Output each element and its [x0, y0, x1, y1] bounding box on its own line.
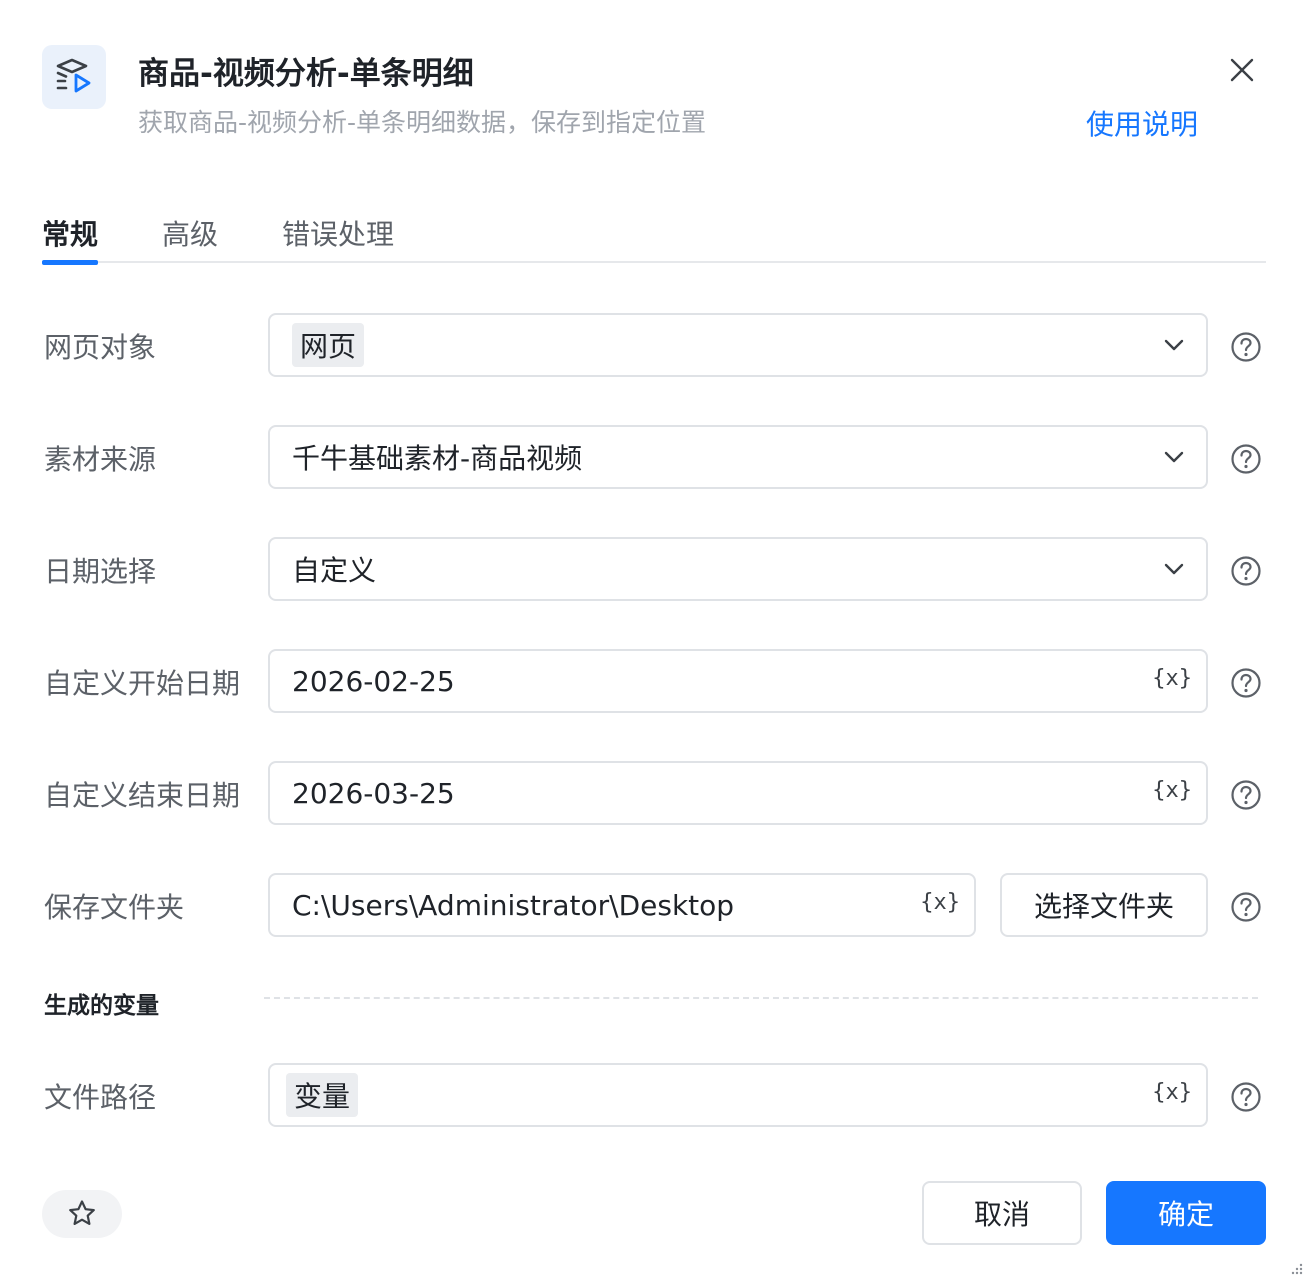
select-folder-button[interactable]: 选择文件夹	[1000, 873, 1208, 937]
source-label: 素材来源	[44, 443, 157, 476]
webpage-select[interactable]: 网页	[268, 313, 1208, 377]
app-icon	[42, 45, 106, 109]
confirm-button[interactable]: 确定	[1106, 1181, 1266, 1245]
help-icon[interactable]	[1230, 891, 1262, 923]
webpage-label: 网页对象	[44, 331, 157, 364]
file-path-input[interactable]: 变量 {x}	[268, 1063, 1208, 1127]
variable-icon[interactable]: {x}	[1152, 778, 1192, 803]
generated-variables-title: 生成的变量	[44, 993, 159, 1019]
date-select-value: 自定义	[292, 554, 377, 587]
variable-icon[interactable]: {x}	[920, 890, 960, 915]
layers-play-icon	[56, 58, 91, 93]
save-folder-label: 保存文件夹	[44, 891, 185, 924]
end-date-input[interactable]: 2026-03-25 {x}	[268, 761, 1208, 825]
file-path-tag: 变量	[286, 1073, 359, 1117]
date-select-label: 日期选择	[44, 555, 157, 588]
end-date-value: 2026-03-25	[292, 776, 455, 810]
tab-error-handling[interactable]: 错误处理	[282, 213, 394, 263]
dialog-subtitle: 获取商品-视频分析-单条明细数据，保存到指定位置	[138, 108, 707, 137]
close-button[interactable]	[1222, 50, 1262, 90]
section-divider	[264, 997, 1258, 999]
help-icon[interactable]	[1230, 1081, 1262, 1113]
help-icon[interactable]	[1230, 443, 1262, 475]
variable-icon[interactable]: {x}	[1152, 1080, 1192, 1105]
tab-advanced[interactable]: 高级	[162, 213, 218, 263]
variable-icon[interactable]: {x}	[1152, 666, 1192, 691]
dialog-title: 商品-视频分析-单条明细	[138, 56, 474, 92]
resize-grip-icon[interactable]	[1290, 1262, 1304, 1276]
start-date-input[interactable]: 2026-02-25 {x}	[268, 649, 1208, 713]
favorite-button[interactable]	[42, 1190, 122, 1238]
chevron-down-icon	[1164, 339, 1184, 351]
file-path-label: 文件路径	[44, 1081, 157, 1114]
help-icon[interactable]	[1230, 779, 1262, 811]
chevron-down-icon	[1164, 451, 1184, 463]
tab-bar: 常规 高级 错误处理	[42, 205, 1266, 265]
source-select[interactable]: 千牛基础素材-商品视频	[268, 425, 1208, 489]
start-date-label: 自定义开始日期	[44, 667, 241, 700]
save-folder-value: C:\Users\Administrator\Desktop	[292, 888, 735, 922]
date-select[interactable]: 自定义	[268, 537, 1208, 601]
help-icon[interactable]	[1230, 331, 1262, 363]
usage-guide-link[interactable]: 使用说明	[1086, 103, 1198, 143]
save-folder-input[interactable]: C:\Users\Administrator\Desktop {x}	[268, 873, 976, 937]
tab-general[interactable]: 常规	[42, 213, 99, 265]
webpage-tag: 网页	[292, 323, 365, 367]
end-date-label: 自定义结束日期	[44, 779, 241, 812]
chevron-down-icon	[1164, 563, 1184, 575]
start-date-value: 2026-02-25	[292, 664, 455, 698]
help-icon[interactable]	[1230, 555, 1262, 587]
source-value: 千牛基础素材-商品视频	[292, 442, 583, 475]
star-icon	[69, 1200, 95, 1225]
close-icon	[1230, 58, 1254, 82]
cancel-button[interactable]: 取消	[922, 1181, 1082, 1245]
help-icon[interactable]	[1230, 667, 1262, 699]
